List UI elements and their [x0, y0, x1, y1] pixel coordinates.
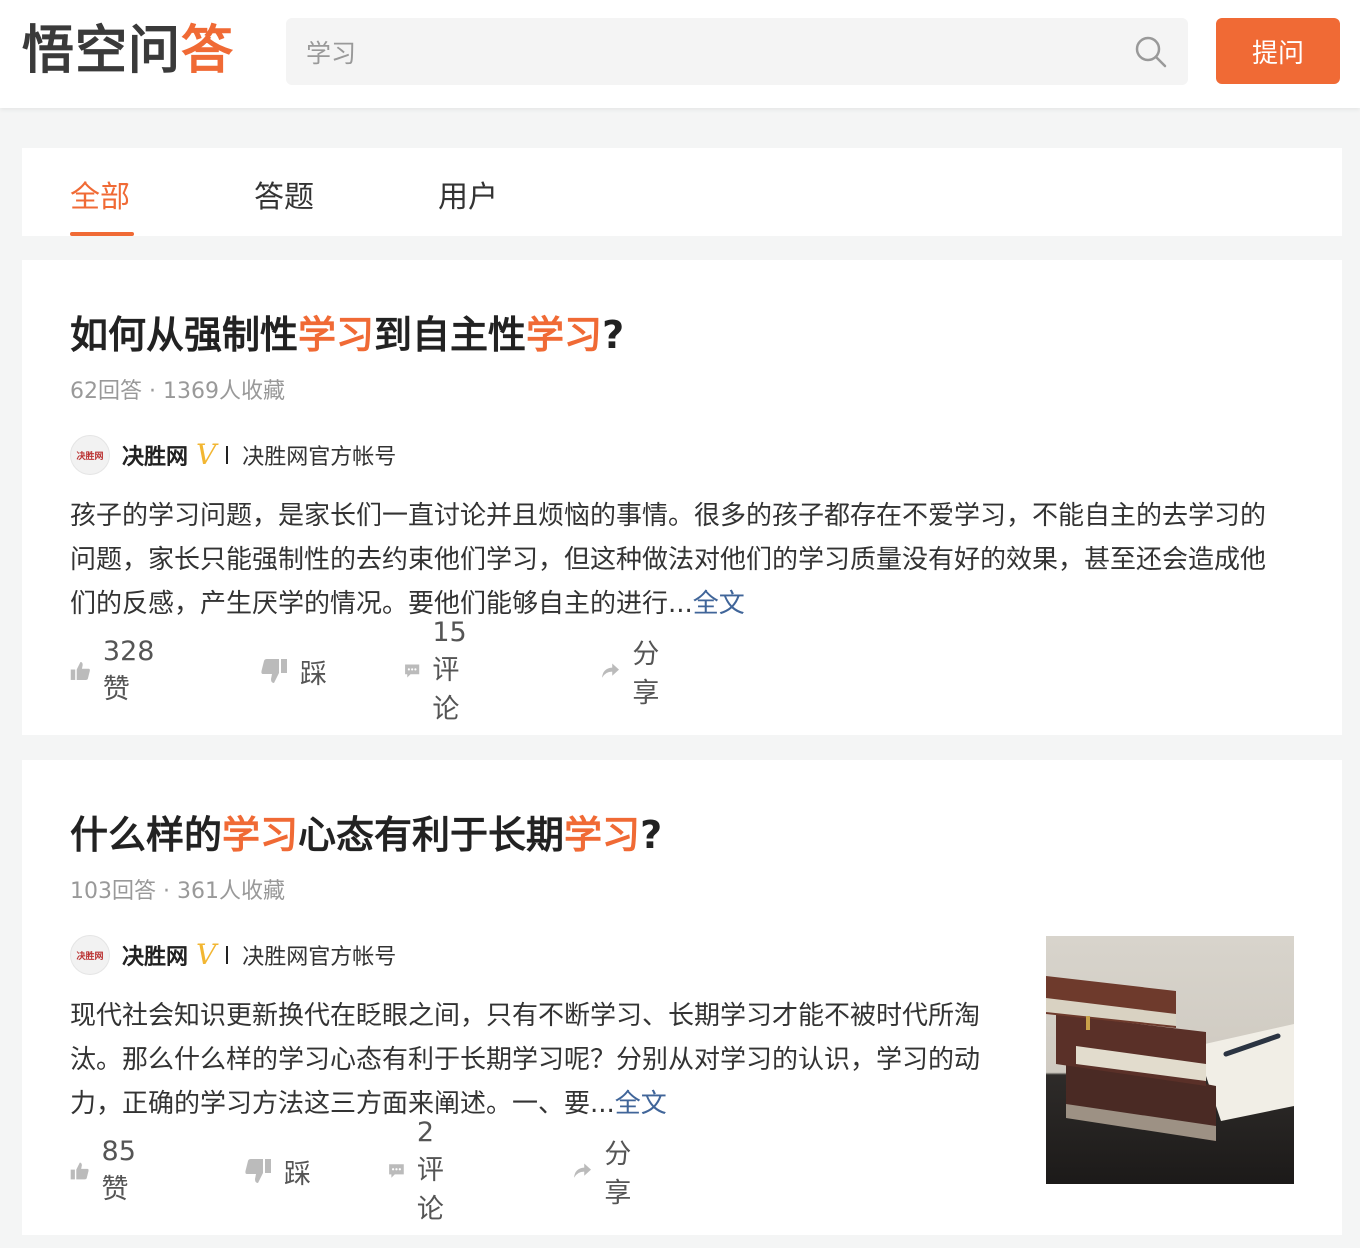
like-button[interactable]: 85赞	[70, 1136, 144, 1205]
dislike-label: 踩	[300, 658, 327, 690]
search-icon[interactable]	[1134, 35, 1168, 69]
verified-icon: V	[196, 438, 217, 471]
avatar[interactable]: 决胜网	[70, 935, 110, 975]
thumbs-down-icon	[261, 659, 287, 683]
read-more-link[interactable]: 全文	[615, 1089, 667, 1119]
title-highlight: 学习	[564, 813, 641, 857]
thumbs-up-icon	[70, 1162, 89, 1180]
share-label: 分享	[604, 1139, 632, 1209]
ask-question-button[interactable]: 提问	[1216, 18, 1340, 84]
question-card: 什么样的学习心态有利于长期学习? 103回答 · 361人收藏 决胜网 决胜网 …	[22, 760, 1342, 1235]
title-text: 如何从强制性	[70, 313, 299, 357]
comment-icon	[405, 664, 420, 678]
dislike-button[interactable]: 踩	[260, 648, 327, 694]
read-more-link[interactable]: 全文	[693, 589, 745, 619]
logo-text-accent: 答	[181, 21, 235, 81]
comment-icon	[389, 1164, 404, 1178]
share-icon	[574, 1163, 592, 1178]
search-input[interactable]	[306, 18, 1126, 85]
title-highlight: 学习	[526, 313, 603, 357]
author-name[interactable]: 决胜网	[122, 439, 188, 471]
dislike-button[interactable]: 踩	[244, 1148, 311, 1194]
like-button[interactable]: 328赞	[70, 636, 162, 705]
answer-thumbnail-image[interactable]	[1046, 936, 1294, 1184]
comment-count: 15评论	[432, 616, 467, 725]
share-button[interactable]: 分享	[572, 1139, 641, 1209]
title-highlight: 学习	[298, 313, 375, 357]
excerpt-text: 孩子的学习问题，是家长们一直讨论并且烦恼的事情。很多的孩子都存在不爱学习，不能自…	[70, 501, 1267, 619]
question-card: 如何从强制性学习到自主性学习? 62回答 · 1369人收藏 决胜网 决胜网 V…	[22, 260, 1342, 735]
author-row[interactable]: 决胜网 决胜网 V 决胜网官方帐号	[70, 434, 396, 476]
tab-all[interactable]: 全部	[70, 172, 134, 236]
share-button[interactable]: 分享	[600, 639, 669, 709]
question-meta: 103回答 · 361人收藏	[70, 879, 285, 904]
author-description: 决胜网官方帐号	[242, 945, 397, 970]
author-row[interactable]: 决胜网 决胜网 V 决胜网官方帐号	[70, 934, 396, 976]
title-text: 心态有利于长期	[298, 813, 565, 857]
avatar[interactable]: 决胜网	[70, 435, 110, 475]
tab-answer[interactable]: 答题	[254, 172, 314, 236]
title-text: 什么样的	[70, 813, 223, 857]
result-tabs: 全部 答题 用户	[22, 148, 1342, 236]
dislike-label: 踩	[284, 1158, 311, 1190]
question-title[interactable]: 什么样的学习心态有利于长期学习?	[70, 804, 662, 859]
comment-button[interactable]: 2评论	[388, 1117, 457, 1225]
question-meta: 62回答 · 1369人收藏	[70, 379, 285, 404]
logo[interactable]: 悟空问答	[22, 18, 234, 84]
like-count: 85赞	[101, 1136, 136, 1205]
answer-excerpt[interactable]: 现代社会知识更新换代在眨眼之间，只有不断学习、长期学习才能不被时代所淘汰。那么什…	[70, 994, 1010, 1126]
comment-button[interactable]: 15评论	[404, 617, 480, 725]
thumbs-down-icon	[245, 1159, 271, 1183]
title-text: 到自主性	[374, 313, 527, 357]
tab-user[interactable]: 用户	[438, 172, 498, 236]
author-name[interactable]: 决胜网	[122, 939, 188, 971]
like-count: 328赞	[102, 636, 155, 705]
separator	[226, 446, 229, 464]
comment-count: 2评论	[416, 1116, 444, 1225]
title-text: ?	[640, 813, 663, 857]
title-highlight: 学习	[222, 813, 299, 857]
thumbs-up-icon	[70, 662, 90, 680]
verified-icon: V	[196, 938, 217, 971]
title-text: ?	[602, 313, 625, 357]
logo-text: 悟空问	[22, 21, 182, 81]
author-description: 决胜网官方帐号	[242, 445, 397, 470]
share-icon	[602, 663, 620, 678]
search-box[interactable]	[286, 18, 1188, 85]
answer-excerpt[interactable]: 孩子的学习问题，是家长们一直讨论并且烦恼的事情。很多的孩子都存在不爱学习，不能自…	[70, 494, 1290, 626]
question-title[interactable]: 如何从强制性学习到自主性学习?	[70, 304, 624, 359]
separator	[226, 946, 229, 964]
excerpt-text: 现代社会知识更新换代在眨眼之间，只有不断学习、长期学习才能不被时代所淘汰。那么什…	[70, 1001, 981, 1119]
share-label: 分享	[632, 639, 660, 709]
top-header: 悟空问答 提问	[0, 0, 1360, 108]
